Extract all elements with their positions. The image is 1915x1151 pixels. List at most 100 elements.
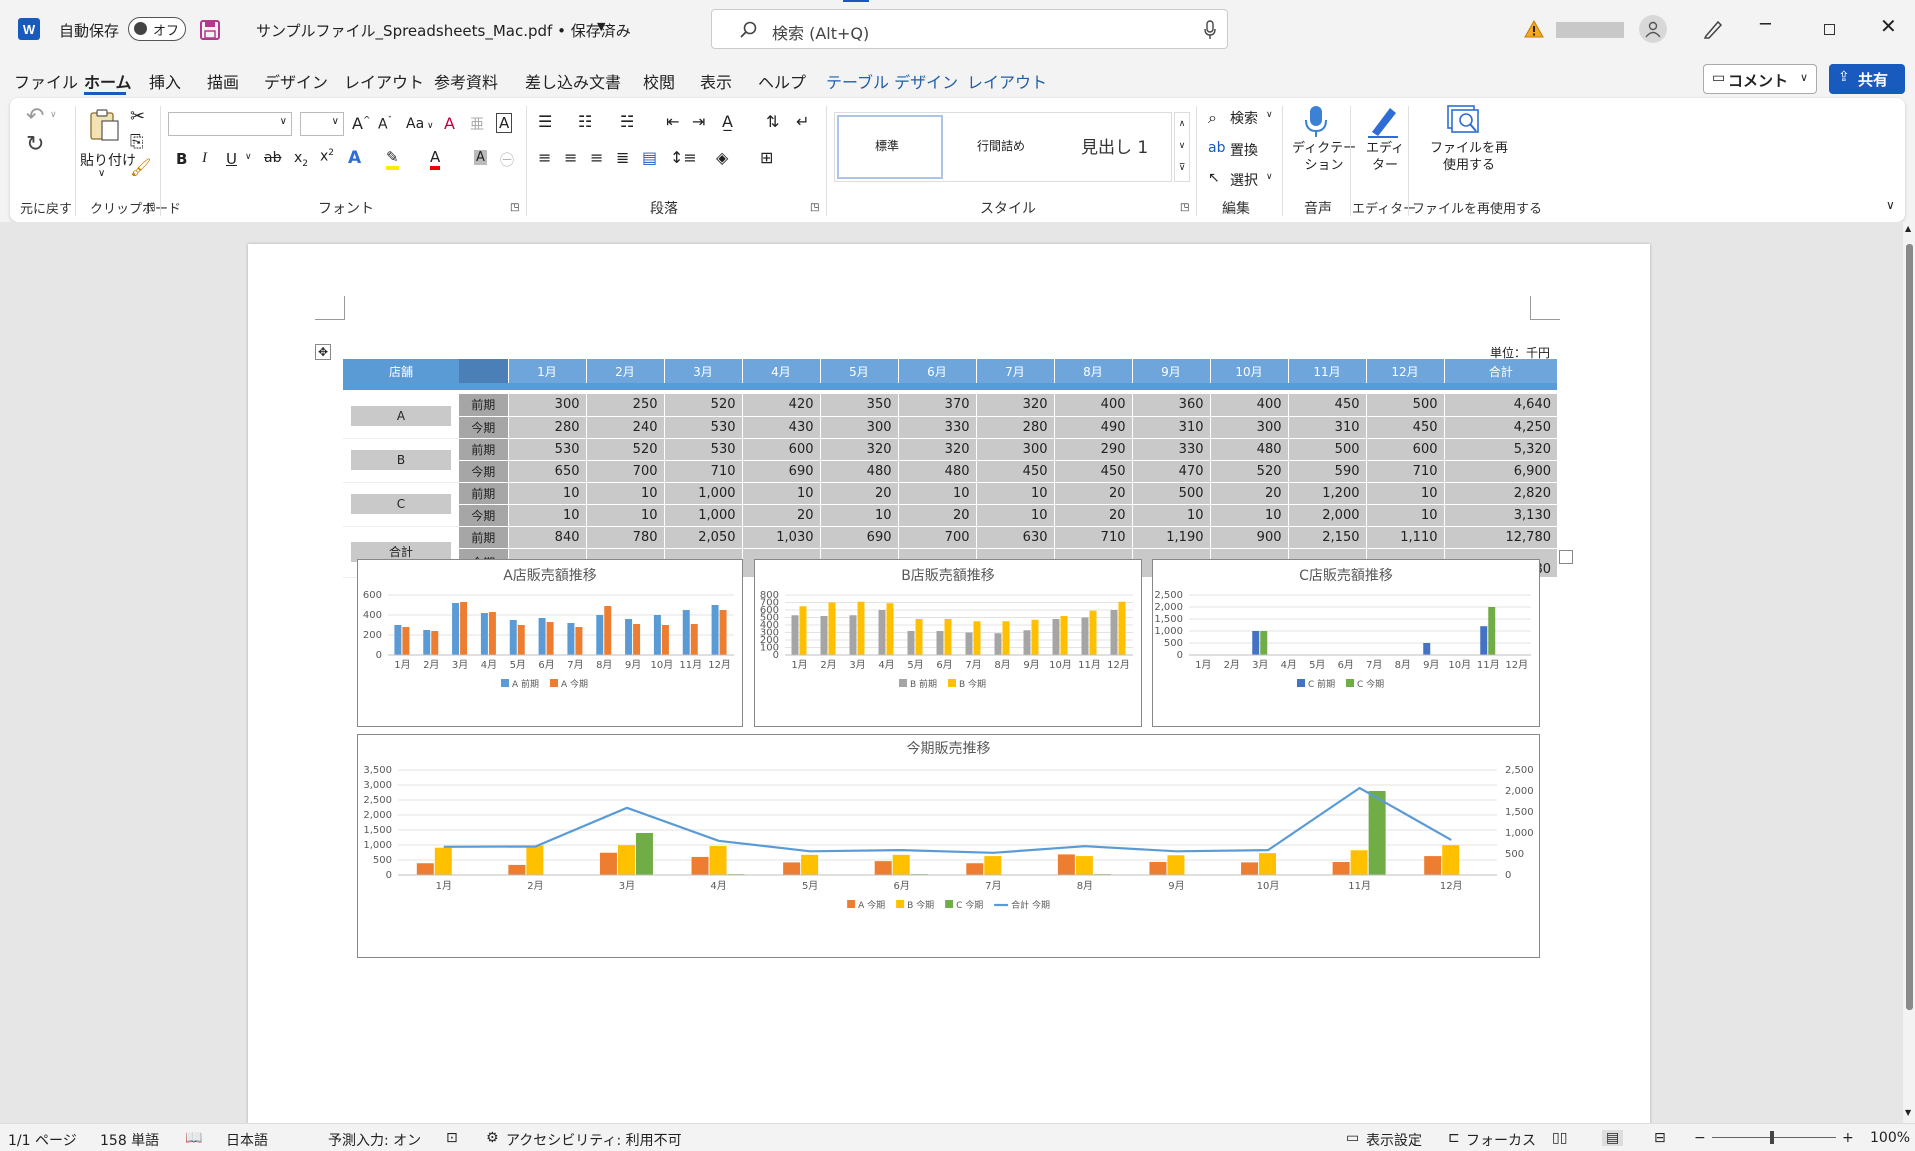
highlight-icon[interactable]: ✎ bbox=[386, 148, 399, 170]
align-right-icon[interactable]: ≡ bbox=[590, 148, 603, 167]
search-box[interactable]: 検索 (Alt+Q) bbox=[711, 9, 1228, 49]
table-cell[interactable]: 10 bbox=[741, 482, 820, 505]
paste-label[interactable]: 貼り付け bbox=[80, 150, 136, 170]
replace-label[interactable]: 置換 bbox=[1230, 140, 1258, 160]
table-cell[interactable]: 450 bbox=[975, 460, 1054, 483]
font-size-select[interactable]: ∨ bbox=[300, 112, 344, 136]
table-cell[interactable]: 690 bbox=[819, 526, 898, 549]
chart-a[interactable]: A店販売額推移 0 200 400 600 1月 2月 3月 4月 5月 6月 7月 8月 9月 10月 11… bbox=[357, 559, 743, 727]
total-cell[interactable]: 4,640 bbox=[1443, 394, 1557, 417]
print-layout-icon[interactable]: ▤ bbox=[1602, 1130, 1624, 1146]
chart-total[interactable]: 今期販売推移 0 500 1,000 1,500 2,000 2,500 3,000 3,500… bbox=[357, 734, 1540, 958]
style-no-spacing[interactable]: 行間詰め bbox=[947, 115, 1057, 179]
total-cell[interactable]: 6,900 bbox=[1443, 460, 1557, 483]
cut-icon[interactable]: ✂ bbox=[130, 106, 145, 127]
table-cell[interactable]: 710 bbox=[1365, 460, 1444, 483]
bullets-icon[interactable]: ☰ bbox=[538, 112, 552, 131]
select-label[interactable]: 選択 bbox=[1230, 170, 1258, 190]
scroll-up-icon[interactable]: ▲ bbox=[1905, 224, 1911, 233]
superscript-icon[interactable]: x2 bbox=[320, 148, 334, 165]
table-cell[interactable]: 500 bbox=[1131, 482, 1210, 505]
restore-icon[interactable] bbox=[1824, 24, 1835, 35]
distributed-icon[interactable]: ▤ bbox=[642, 148, 657, 167]
subscript-icon[interactable]: x2 bbox=[294, 150, 308, 169]
strikethrough-icon[interactable]: ab bbox=[264, 150, 281, 166]
paste-icon[interactable] bbox=[88, 108, 122, 142]
table-cell[interactable]: 10 bbox=[1365, 482, 1444, 505]
web-layout-icon[interactable]: ⊟ bbox=[1654, 1130, 1666, 1146]
font-launcher-icon[interactable]: ◳ bbox=[510, 202, 519, 213]
find-label[interactable]: 検索 bbox=[1230, 108, 1258, 128]
select-icon[interactable]: ↖ bbox=[1208, 170, 1220, 186]
table-cell[interactable]: 320 bbox=[975, 394, 1054, 417]
table-cell[interactable]: 1,000 bbox=[663, 504, 742, 527]
table-cell[interactable]: 2,050 bbox=[663, 526, 742, 549]
table-cell[interactable]: 10 bbox=[585, 504, 664, 527]
font-color-icon[interactable]: A bbox=[430, 148, 441, 170]
reuse-files-label[interactable]: ファイルを再 使用する bbox=[1430, 140, 1508, 174]
scroll-thumb[interactable] bbox=[1906, 244, 1913, 1010]
undo-dropdown-icon[interactable]: ∨ bbox=[50, 110, 57, 120]
zoom-slider[interactable] bbox=[1712, 1131, 1836, 1144]
font-name-select[interactable]: ∨ bbox=[168, 112, 292, 136]
autosave-toggle[interactable]: オフ bbox=[128, 17, 186, 41]
table-cell[interactable]: 1,200 bbox=[1287, 482, 1366, 505]
table-cell[interactable]: 630 bbox=[975, 526, 1054, 549]
table-cell[interactable]: 690 bbox=[741, 460, 820, 483]
table-cell[interactable]: 450 bbox=[1365, 416, 1444, 439]
table-cell[interactable]: 330 bbox=[897, 416, 976, 439]
table-cell[interactable]: 10 bbox=[585, 482, 664, 505]
close-icon[interactable]: ✕ bbox=[1880, 14, 1897, 38]
table-cell[interactable]: 700 bbox=[585, 460, 664, 483]
table-cell[interactable]: 20 bbox=[741, 504, 820, 527]
table-cell[interactable]: 10 bbox=[897, 482, 976, 505]
table-cell[interactable]: 20 bbox=[897, 504, 976, 527]
change-case-icon[interactable]: Aa ∨ bbox=[406, 116, 434, 132]
underline-icon[interactable]: U bbox=[226, 150, 237, 168]
accessibility-status[interactable]: アクセシビリティ: 利用不可 bbox=[506, 1130, 682, 1150]
table-cell[interactable]: 280 bbox=[507, 416, 586, 439]
table-cell[interactable]: 480 bbox=[819, 460, 898, 483]
read-mode-icon[interactable]: ▯▯ bbox=[1552, 1130, 1567, 1146]
reuse-files-icon[interactable] bbox=[1444, 104, 1480, 138]
table-cell[interactable]: 10 bbox=[507, 504, 586, 527]
borders-icon[interactable]: ⊞ bbox=[760, 148, 773, 167]
predictive-input[interactable]: 予測入力: オン bbox=[328, 1130, 421, 1150]
justify-icon[interactable]: ≣ bbox=[616, 148, 629, 167]
style-launcher-icon[interactable]: ◳ bbox=[1180, 202, 1189, 213]
zoom-slider-thumb[interactable] bbox=[1770, 1131, 1774, 1144]
multilevel-list-icon[interactable]: ☵ bbox=[620, 112, 634, 131]
title-dropdown-icon[interactable]: ▼ bbox=[597, 20, 605, 33]
table-cell[interactable]: 310 bbox=[1131, 416, 1210, 439]
align-center-icon[interactable]: ≡ bbox=[564, 148, 577, 167]
table-cell[interactable]: 420 bbox=[741, 394, 820, 417]
save-icon[interactable] bbox=[198, 18, 222, 42]
word-count[interactable]: 158 単語 bbox=[100, 1130, 159, 1150]
undo-icon[interactable]: ↶ bbox=[26, 104, 44, 129]
editor-label[interactable]: エディ ター bbox=[1366, 140, 1404, 174]
tab-insert[interactable]: 挿入 bbox=[149, 69, 181, 93]
tab-review[interactable]: 校閲 bbox=[643, 69, 675, 93]
share-button[interactable]: ⇪ 共有 bbox=[1829, 64, 1905, 94]
table-cell[interactable]: 360 bbox=[1131, 394, 1210, 417]
table-cell[interactable]: 530 bbox=[663, 416, 742, 439]
shrink-font-icon[interactable]: Aˇ bbox=[378, 116, 392, 133]
sort-icon[interactable]: ⇅ bbox=[766, 112, 779, 131]
table-cell[interactable]: 300 bbox=[975, 438, 1054, 461]
table-cell[interactable]: 20 bbox=[1053, 504, 1132, 527]
table-cell[interactable]: 900 bbox=[1209, 526, 1288, 549]
comment-button[interactable]: ▭ コメント ∨ bbox=[1703, 64, 1817, 94]
table-cell[interactable]: 530 bbox=[663, 438, 742, 461]
bold-icon[interactable]: B bbox=[176, 150, 187, 168]
table-cell[interactable]: 20 bbox=[1209, 482, 1288, 505]
table-cell[interactable]: 700 bbox=[897, 526, 976, 549]
table-cell[interactable]: 520 bbox=[585, 438, 664, 461]
minimize-icon[interactable]: ─ bbox=[1760, 14, 1771, 35]
scroll-down-icon[interactable]: ▼ bbox=[1905, 1108, 1911, 1117]
increase-indent-icon[interactable]: ⇥ bbox=[692, 112, 705, 131]
show-marks-icon[interactable]: ↵ bbox=[796, 112, 809, 131]
table-cell[interactable]: 2,000 bbox=[1287, 504, 1366, 527]
table-cell[interactable]: 530 bbox=[507, 438, 586, 461]
find-dropdown-icon[interactable]: ∨ bbox=[1266, 110, 1273, 120]
table-cell[interactable]: 10 bbox=[975, 504, 1054, 527]
